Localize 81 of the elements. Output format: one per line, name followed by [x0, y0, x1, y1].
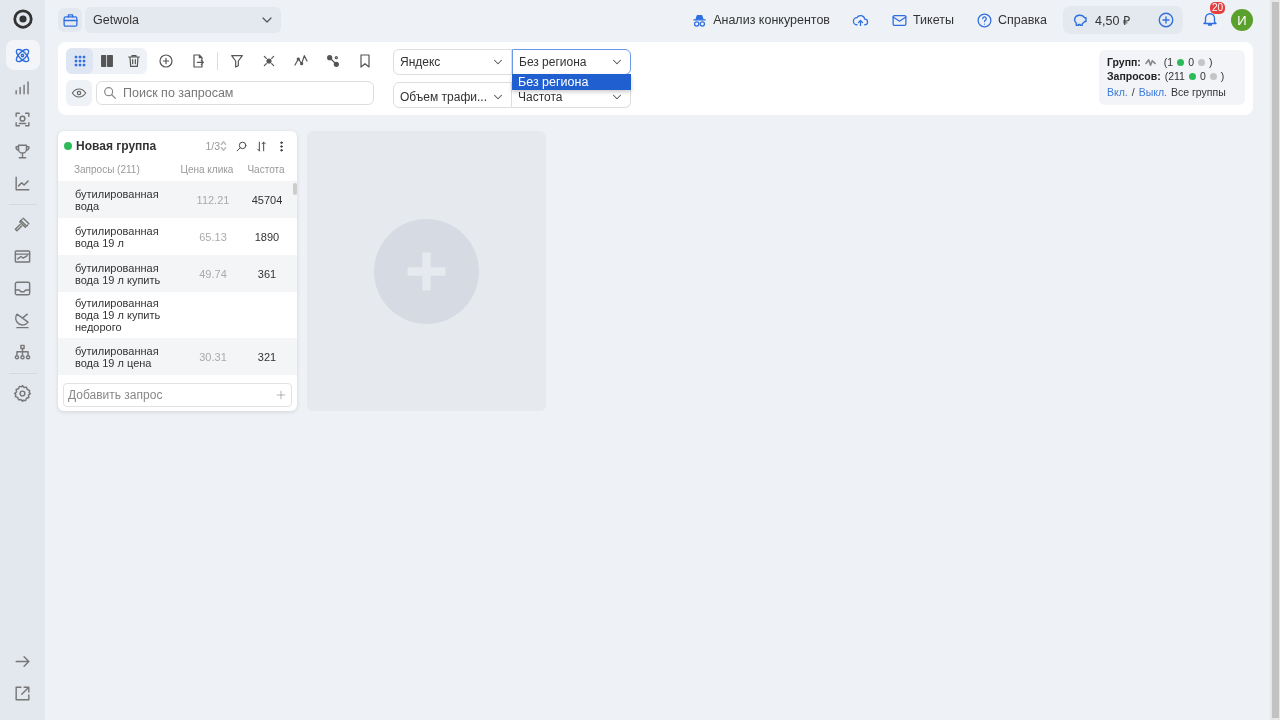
price-cell-text: 49.74	[198, 267, 228, 280]
filter-icon	[229, 53, 245, 69]
status-dot	[1188, 72, 1196, 80]
query-cell-text: бутилированная вода	[75, 186, 160, 214]
search-icon	[102, 85, 118, 101]
sidebar-item[interactable]	[5, 40, 40, 70]
dropdown-option[interactable]: Без региона	[512, 74, 631, 90]
notification-count: 20	[1210, 2, 1226, 14]
search-icon	[234, 139, 248, 153]
external-link-icon	[13, 683, 32, 703]
export-icon	[190, 53, 206, 69]
price-cell-text: 65.13	[198, 230, 228, 243]
separator: /	[1131, 86, 1135, 98]
column-header: Цена клика	[179, 163, 235, 175]
sort-icon	[254, 139, 268, 153]
bell-icon	[1201, 10, 1219, 28]
status-dot	[1177, 58, 1185, 66]
trash-icon	[125, 53, 142, 69]
price-cell-text: 112.21	[195, 193, 231, 206]
briefcase-icon	[61, 11, 79, 29]
gavel-icon	[13, 214, 32, 234]
bracket: )	[1220, 70, 1225, 82]
add-circle-icon	[1157, 11, 1175, 29]
plus-icon	[276, 390, 286, 400]
column-header: Запросы (211)	[74, 163, 141, 175]
scrollbar[interactable]	[293, 183, 297, 195]
status-dot	[1198, 58, 1206, 66]
add-query-field[interactable]: Добавить запрос	[63, 383, 292, 407]
scan-icon	[13, 109, 32, 129]
satellite-icon	[13, 310, 32, 330]
status-dot	[1209, 72, 1217, 80]
frequency-cell-text: 1890	[253, 230, 281, 243]
dropdown-select[interactable]: Яндекс	[393, 49, 512, 75]
nodes-icon	[325, 53, 341, 69]
query-cell-text: бутилированная вода 19 л купить недорого	[75, 296, 162, 335]
project-button[interactable]	[58, 8, 82, 32]
cluster-icon	[261, 53, 277, 69]
query-cell-text: бутилированная вода 19 л цена	[75, 343, 160, 371]
bookmark-icon	[357, 53, 373, 69]
disable-link[interactable]: Выкл.	[1138, 86, 1167, 98]
hierarchy-icon	[13, 342, 32, 362]
competitor-analysis-link[interactable]: Анализ конкурентов	[685, 11, 836, 29]
page-indicator: 1/3	[205, 140, 220, 152]
search-field[interactable]: Поиск по запросам	[96, 81, 374, 105]
query-cell-text: бутилированная вода 19 л купить	[75, 260, 162, 288]
group-title: Новая группа	[76, 139, 158, 153]
enable-link[interactable]: Вкл.	[1107, 86, 1128, 98]
eye-icon	[71, 85, 87, 101]
inactive-count: 0	[1188, 56, 1195, 68]
help-icon	[975, 11, 993, 29]
columns-icon	[98, 53, 115, 69]
column-header: Частота	[246, 163, 286, 175]
inbox-icon	[13, 278, 32, 298]
stepper-icon	[220, 141, 227, 151]
bracket: )	[1209, 56, 1213, 68]
balance-amount: 4,50 ₽	[1095, 12, 1130, 29]
stats-label: Групп:	[1107, 56, 1141, 68]
frequency-cell-text: 45704	[250, 193, 284, 206]
grid-view-button[interactable]	[66, 48, 93, 74]
help-link[interactable]: Справка	[969, 11, 1053, 29]
frequency-cell-text: 321	[256, 350, 278, 363]
settings-icon	[13, 383, 32, 403]
stats-label: Запросов:	[1107, 70, 1161, 82]
project-select[interactable]: Getwola	[85, 7, 281, 33]
visibility-button[interactable]	[66, 80, 92, 106]
dropdown-select[interactable]: Без региона	[512, 49, 631, 75]
add-circle-icon	[158, 53, 174, 69]
active-count: (211	[1164, 70, 1185, 82]
scrollbar[interactable]	[1270, 0, 1280, 720]
active-count: (1	[1163, 56, 1174, 68]
price-cell-text: 30.31	[198, 350, 228, 363]
top-up-button[interactable]	[1157, 11, 1175, 29]
all-groups-label: Все группы	[1171, 86, 1226, 98]
tickets-link[interactable]: Тикеты	[885, 11, 960, 29]
trophy-icon	[13, 141, 32, 161]
dropdown-select[interactable]: Объем трафи...	[393, 82, 512, 108]
frequency-cell-text: 361	[256, 267, 278, 280]
logo-icon	[11, 8, 34, 30]
query-cell-text: бутилированная вода 19 л	[75, 223, 160, 251]
inactive-count: 0	[1199, 70, 1206, 82]
wave-icon	[1144, 57, 1156, 67]
